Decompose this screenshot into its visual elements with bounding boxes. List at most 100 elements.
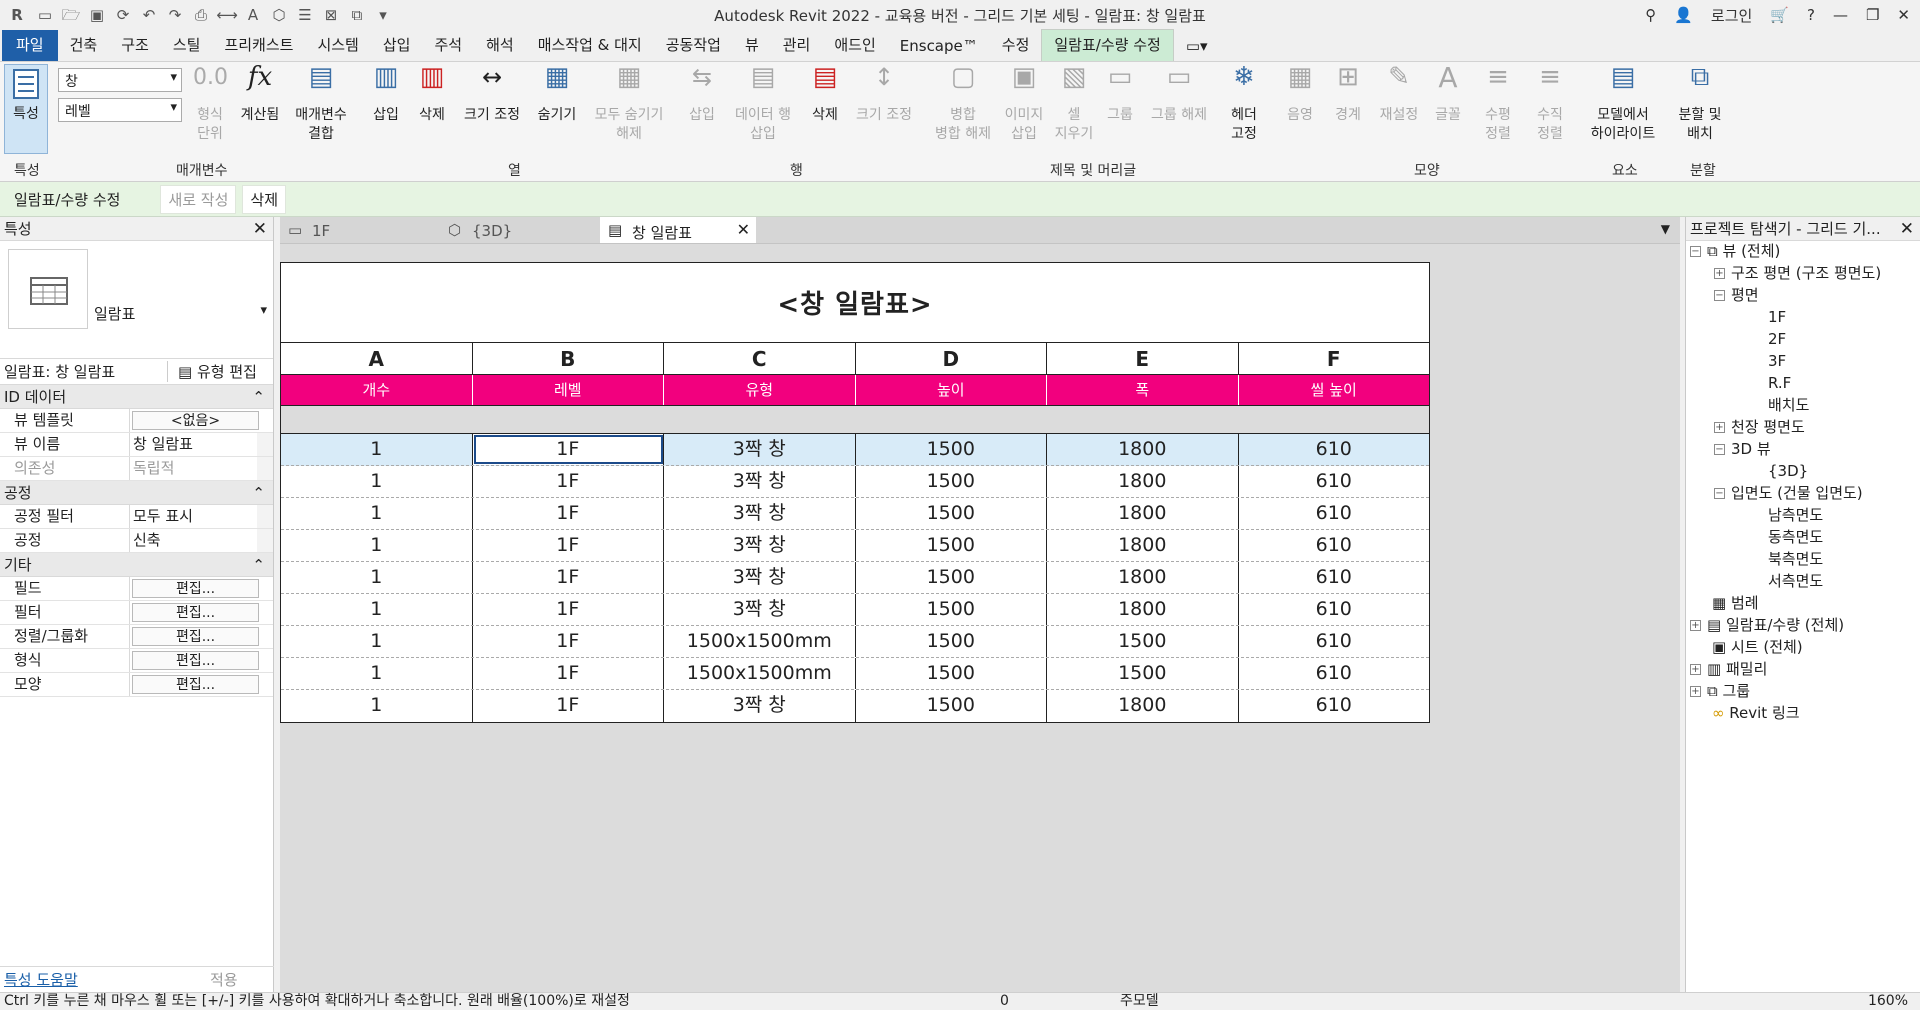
expand-icon[interactable]: +	[1714, 422, 1725, 433]
combine-params-button[interactable]: ▤ 매개변수 결합	[290, 64, 352, 144]
column-header[interactable]: E	[1047, 343, 1239, 374]
tree-elevation-south[interactable]: 남측면도	[1768, 505, 1823, 525]
collapse-icon[interactable]: ⌃	[252, 556, 265, 574]
table-cell[interactable]: 1F	[473, 690, 664, 722]
tab-insert[interactable]: 삽입	[371, 30, 423, 61]
binoculars-icon[interactable]: ⚲	[1645, 6, 1656, 24]
cart-icon[interactable]: 🛒	[1770, 6, 1789, 24]
group-phasing[interactable]: 공정 ⌃	[0, 481, 273, 505]
table-cell[interactable]: 1	[281, 690, 473, 722]
field-header[interactable]: 높이	[856, 375, 1047, 405]
group-other[interactable]: 기타 ⌃	[0, 553, 273, 577]
table-cell[interactable]: 1	[281, 626, 473, 657]
thin-lines-icon[interactable]: ☰	[294, 5, 316, 25]
fields-edit-button[interactable]: 편집...	[132, 579, 259, 598]
insert-column-button[interactable]: ▥ 삽입	[366, 64, 406, 125]
level-dropdown[interactable]: 레벨	[58, 98, 182, 122]
help-icon[interactable]: ?	[1807, 6, 1815, 24]
resize-column-button[interactable]: ↔ 크기 조정	[458, 65, 526, 125]
align-vertical-button[interactable]: ≡ 수직 정렬	[1528, 64, 1572, 144]
tab-enscape[interactable]: Enscape™	[888, 33, 990, 61]
user-icon[interactable]: 👤	[1674, 6, 1693, 24]
properties-button[interactable]: 특성	[4, 64, 48, 154]
collapse-icon[interactable]: −	[1714, 488, 1725, 499]
instance-selector[interactable]: 일람표: 창 일람표	[0, 361, 168, 382]
merge-unmerge-button[interactable]: ▢ 병합 병합 해제	[930, 64, 996, 144]
tree-views-all[interactable]: − ⧉ 뷰 (전체)	[1690, 241, 1780, 261]
view-tab-schedule[interactable]: ▤ 창 일람표 ✕	[600, 217, 756, 243]
table-cell[interactable]: 1500	[856, 466, 1047, 497]
tree-revit-links[interactable]: ∞ Revit 링크	[1712, 703, 1800, 723]
tab-collaborate[interactable]: 공동작업	[654, 30, 733, 61]
new-button[interactable]: 새로 작성	[160, 184, 237, 214]
insert-row-button[interactable]: ⇆ 삽입	[682, 65, 722, 125]
expand-icon[interactable]: +	[1714, 268, 1725, 279]
tab-massing-site[interactable]: 매스작업 & 대지	[526, 30, 654, 61]
tab-view[interactable]: 뷰	[733, 30, 771, 61]
tab-manage[interactable]: 관리	[771, 30, 823, 61]
unhide-all-button[interactable]: ▦ 모두 숨기기 해제	[588, 64, 670, 144]
open-folder-icon[interactable]: 🗁	[60, 5, 82, 25]
table-cell[interactable]: 1	[281, 466, 473, 497]
group-id-data[interactable]: ID 데이터 ⌃	[0, 385, 273, 409]
table-cell[interactable]: 3짝 창	[664, 594, 856, 625]
table-cell[interactable]: 1F	[473, 562, 664, 593]
main-model-dropdown[interactable]: 주모델	[1120, 993, 1159, 1010]
table-cell[interactable]: 1800	[1047, 562, 1239, 593]
collapse-icon[interactable]: ⌃	[252, 484, 265, 502]
close-icon[interactable]: ✕	[253, 219, 267, 239]
field-header[interactable]: 씰 높이	[1239, 375, 1430, 405]
appearance-edit-button[interactable]: 편집...	[132, 675, 259, 694]
table-cell[interactable]: 1800	[1047, 434, 1239, 465]
column-header[interactable]: D	[856, 343, 1047, 374]
table-cell[interactable]: 1	[281, 658, 473, 689]
table-cell[interactable]: 1800	[1047, 530, 1239, 561]
tree-plan-rf[interactable]: R.F	[1768, 373, 1791, 393]
table-row[interactable]: 1 1F 1500x1500mm 1500 1500 610	[281, 626, 1429, 658]
save-icon[interactable]: ▣	[86, 5, 108, 25]
table-cell[interactable]: 610	[1239, 594, 1430, 625]
type-dropdown[interactable]: 창	[58, 68, 182, 92]
field-header[interactable]: 유형	[664, 375, 856, 405]
table-cell[interactable]: 1500x1500mm	[664, 658, 856, 689]
table-cell[interactable]: 1500	[856, 658, 1047, 689]
table-cell[interactable]: 1500	[856, 434, 1047, 465]
tree-floor-plans[interactable]: − 평면	[1714, 285, 1759, 305]
align-horizontal-button[interactable]: ≡ 수평 정렬	[1476, 64, 1520, 144]
table-row[interactable]: 1 1F 3짝 창 1500 1800 610	[281, 434, 1429, 466]
table-cell[interactable]: 610	[1239, 562, 1430, 593]
table-cell[interactable]: 1F	[473, 466, 664, 497]
collapse-icon[interactable]: −	[1714, 290, 1725, 301]
view-name-field[interactable]: 창 일람표	[130, 433, 273, 456]
tree-elevation-east[interactable]: 동측면도	[1768, 527, 1823, 547]
view-tab-3d[interactable]: ⬡ {3D}	[440, 217, 600, 243]
insert-image-button[interactable]: ▣ 이미지 삽입	[1000, 64, 1048, 144]
table-cell[interactable]: 1500	[856, 498, 1047, 529]
table-row[interactable]: 1 1F 1500x1500mm 1500 1500 610	[281, 658, 1429, 690]
table-cell[interactable]: 1800	[1047, 690, 1239, 722]
customize-qa-icon[interactable]: ▾	[372, 5, 394, 25]
table-row[interactable]: 1 1F 3짝 창 1500 1800 610	[281, 594, 1429, 626]
view-tab-1f[interactable]: ▭ 1F	[280, 217, 440, 243]
tab-annotate[interactable]: 주석	[422, 30, 474, 61]
resize-row-button[interactable]: ↕ 크기 조정	[850, 65, 918, 125]
table-cell[interactable]: 3짝 창	[664, 530, 856, 561]
print-icon[interactable]: ⎙	[190, 5, 212, 25]
delete-button[interactable]: 삭제	[242, 184, 287, 214]
table-cell[interactable]: 1500	[1047, 626, 1239, 657]
redo-icon[interactable]: ↷	[164, 5, 186, 25]
hide-column-button[interactable]: ▦ 숨기기	[530, 64, 584, 125]
filter-edit-button[interactable]: 편집...	[132, 603, 259, 622]
collapse-icon[interactable]: ⌃	[252, 388, 265, 406]
shading-button[interactable]: ▦ 음영	[1280, 64, 1320, 125]
tab-addins[interactable]: 애드인	[822, 30, 887, 61]
tree-elevations[interactable]: − 입면도 (건물 입면도)	[1714, 483, 1863, 503]
measure-icon[interactable]: ⟷	[216, 5, 238, 25]
table-cell[interactable]: 1500	[1047, 658, 1239, 689]
table-cell[interactable]: 1500	[856, 690, 1047, 722]
sync-icon[interactable]: ⟳	[112, 5, 134, 25]
tab-modify[interactable]: 수정	[990, 30, 1042, 61]
tree-elevation-north[interactable]: 북측면도	[1768, 549, 1823, 569]
borders-button[interactable]: ⊞ 경계	[1328, 64, 1368, 125]
table-row[interactable]: 1 1F 3짝 창 1500 1800 610	[281, 466, 1429, 498]
